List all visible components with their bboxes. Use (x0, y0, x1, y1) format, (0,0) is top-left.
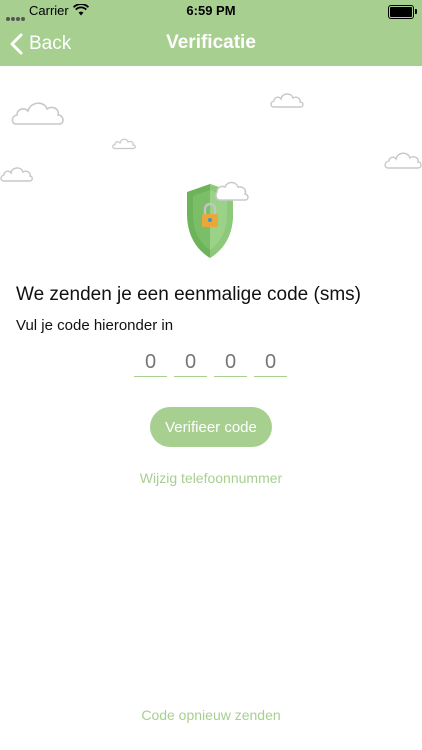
cloud-icon (270, 93, 304, 108)
cloud-icon (0, 167, 33, 182)
cloud-icon (11, 102, 64, 125)
clock: 6:59 PM (186, 3, 236, 18)
resend-code-link[interactable]: Code opnieuw zenden (0, 707, 422, 723)
code-digit-1[interactable] (134, 348, 167, 377)
nav-bar: Back Verificatie (0, 22, 422, 66)
code-digit-2[interactable] (174, 348, 207, 377)
battery-icon (388, 5, 417, 19)
change-phone-link[interactable]: Wijzig telefoonnummer (0, 470, 422, 486)
verification-screen: Carrier 6:59 PM Back Verificatie We zend… (0, 0, 422, 750)
code-input-row (134, 348, 294, 377)
verify-code-button[interactable]: Verifieer code (150, 407, 272, 447)
page-heading: We zenden je een eenmalige code (sms) (16, 284, 362, 305)
cloud-icon (384, 152, 422, 169)
instruction-text: Vul je code hieronder in (16, 317, 174, 334)
status-bar: Carrier 6:59 PM (0, 0, 422, 22)
shield-lock-icon (187, 181, 249, 258)
code-digit-3[interactable] (214, 348, 247, 377)
code-digit-4[interactable] (254, 348, 287, 377)
cloud-icon (112, 138, 136, 150)
top-bar: Carrier 6:59 PM Back Verificatie (0, 0, 422, 66)
page-title: Verificatie (166, 32, 256, 53)
